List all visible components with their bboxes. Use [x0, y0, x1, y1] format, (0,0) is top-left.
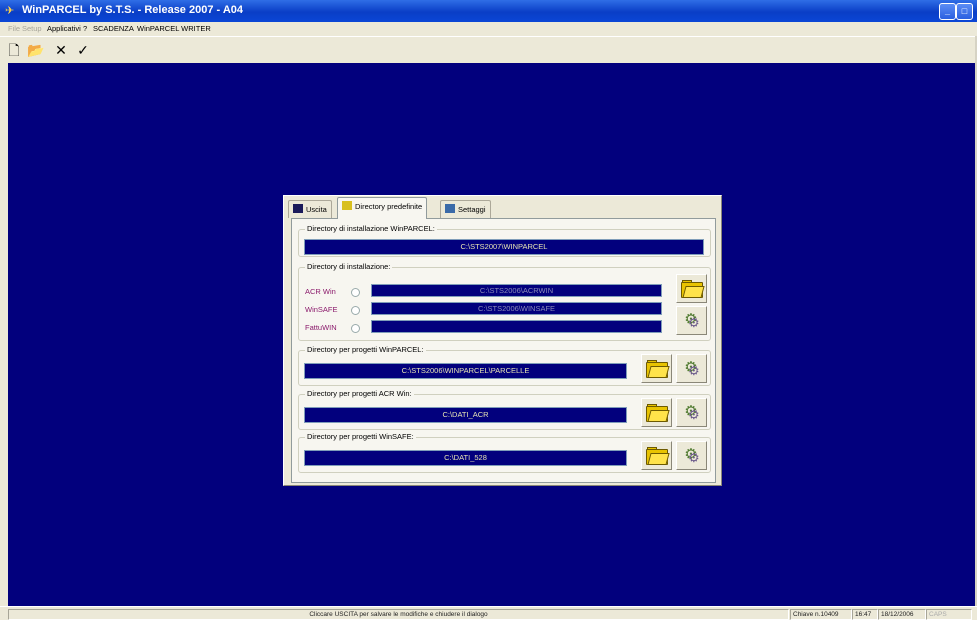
toolbar: 🗋 📂 ✕ ✓ — [0, 36, 977, 64]
group-projects-winsafe: Directory per progetti WinSAFE: C:\DATI_… — [298, 432, 711, 473]
tab-uscita-label: Uscita — [306, 205, 327, 214]
acrwin-label: ACR Win — [305, 287, 336, 296]
tab-uscita[interactable]: Uscita — [288, 200, 332, 218]
winsafe-projects-path[interactable]: C:\DATI_528 — [304, 450, 627, 466]
winsafe-path[interactable]: C:\STS2006\WINSAFE — [371, 302, 662, 315]
browse-acrwin-folder-button[interactable] — [641, 398, 672, 427]
tab-directory-predefinite[interactable]: Directory predefinite — [337, 197, 428, 219]
tab-settaggi-label: Settaggi — [458, 205, 486, 214]
winsafe-radio[interactable] — [351, 306, 360, 315]
group-projects-winparcel: Directory per progetti WinPARCEL: C:\STS… — [298, 345, 711, 386]
group-projects-acrwin: Directory per progetti ACR Win: C:\DATI_… — [298, 389, 711, 430]
apply-install-button[interactable]: ⚙ ⚙ — [676, 306, 707, 335]
fattuwin-path[interactable] — [371, 320, 662, 333]
folder-icon — [646, 360, 670, 378]
menu-file[interactable]: File — [8, 24, 20, 33]
acrwin-radio[interactable] — [351, 288, 360, 297]
gears-icon: ⚙ ⚙ — [684, 403, 700, 422]
settings-dialog: Uscita Directory predefinite Settaggi Di… — [283, 195, 722, 486]
tab-panel: Directory di installazione WinPARCEL: C:… — [291, 218, 716, 483]
acrwin-projects-path[interactable]: C:\DATI_ACR — [304, 407, 627, 423]
status-message: Cliccare USCITA per salvare le modifiche… — [8, 609, 789, 620]
status-key: Chiave n.10409 — [790, 609, 852, 620]
fattuwin-label: FattuWIN — [305, 323, 337, 332]
winsafe-label: WinSAFE — [305, 305, 338, 314]
apply-winparcel-button[interactable]: ⚙ ⚙ — [676, 354, 707, 383]
apply-acrwin-button[interactable]: ⚙ ⚙ — [676, 398, 707, 427]
apply-winsafe-button[interactable]: ⚙ ⚙ — [676, 441, 707, 470]
status-date: 18/12/2006 — [878, 609, 926, 620]
group-projects-winparcel-label: Directory per progetti WinPARCEL: — [305, 345, 426, 354]
floppy-icon — [293, 204, 303, 213]
window-title: WinPARCEL by S.T.S. - Release 2007 - A04 — [22, 4, 243, 16]
gears-icon: ⚙ ⚙ — [684, 359, 700, 378]
delete-icon[interactable]: ✕ — [51, 40, 71, 60]
menu-applicativi[interactable]: Applicativi — [47, 24, 81, 33]
confirm-icon[interactable]: ✓ — [73, 40, 93, 60]
title-bar: ✈ WinPARCEL by S.T.S. - Release 2007 - A… — [0, 0, 977, 22]
browse-winparcel-folder-button[interactable] — [641, 354, 672, 383]
new-document-icon[interactable]: 🗋 — [4, 40, 24, 60]
group-install-winparcel: Directory di installazione WinPARCEL: C:… — [298, 224, 711, 257]
browse-install-folder-button[interactable] — [676, 274, 707, 303]
menu-winparcel-writer[interactable]: WinPARCEL WRITER — [137, 24, 211, 33]
maximize-button[interactable]: □ — [956, 3, 973, 20]
winparcel-install-path[interactable]: C:\STS2007\WINPARCEL — [304, 239, 704, 255]
tab-settaggi[interactable]: Settaggi — [440, 200, 491, 218]
folder-icon — [646, 447, 670, 465]
group-projects-winsafe-label: Directory per progetti WinSAFE: — [305, 432, 416, 441]
status-time: 16:47 — [852, 609, 878, 620]
group-install-apps-label: Directory di installazione: — [305, 262, 393, 271]
minimize-button[interactable]: _ — [939, 3, 956, 20]
group-install-apps: Directory di installazione: ACR Win C:\S… — [298, 262, 711, 341]
folders-icon — [342, 201, 352, 210]
group-install-winparcel-label: Directory di installazione WinPARCEL: — [305, 224, 437, 233]
group-projects-acrwin-label: Directory per progetti ACR Win: — [305, 389, 414, 398]
gears-icon: ⚙ ⚙ — [684, 446, 700, 465]
acrwin-path[interactable]: C:\STS2006\ACRWIN — [371, 284, 662, 297]
menu-help[interactable]: ? — [83, 24, 87, 33]
tab-directory-label: Directory predefinite — [355, 202, 423, 211]
folder-icon — [681, 280, 705, 298]
app-logo-icon: ✈ — [5, 5, 15, 17]
left-frame — [0, 63, 8, 618]
status-caps: CAPS — [926, 609, 972, 620]
settings-icon — [445, 204, 455, 213]
fattuwin-radio[interactable] — [351, 324, 360, 333]
winparcel-projects-path[interactable]: C:\STS2006\WINPARCEL\PARCELLE — [304, 363, 627, 379]
menu-bar: File Setup Applicativi ? SCADENZA WinPAR… — [0, 22, 977, 36]
folder-icon — [646, 404, 670, 422]
menu-scadenza[interactable]: SCADENZA — [93, 24, 134, 33]
browse-winsafe-folder-button[interactable] — [641, 441, 672, 470]
gears-icon: ⚙ ⚙ — [684, 311, 700, 330]
menu-setup[interactable]: Setup — [22, 24, 42, 33]
status-bar: Cliccare USCITA per salvare le modifiche… — [0, 606, 977, 620]
open-folder-icon[interactable]: 📂 — [26, 40, 46, 60]
